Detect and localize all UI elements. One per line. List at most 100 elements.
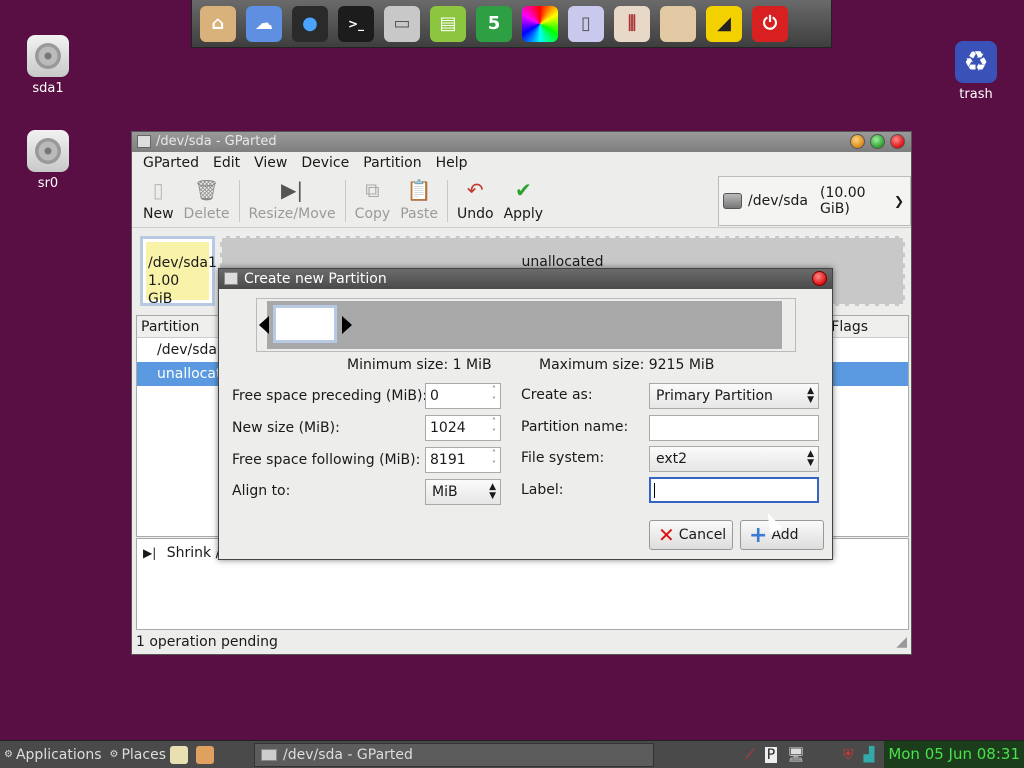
file-manager-icon[interactable]	[169, 745, 188, 764]
dialog-titlebar[interactable]: Create new Partition	[219, 269, 832, 289]
window-title: /dev/sda - GParted	[156, 134, 277, 149]
align-to-label: Align to:	[232, 483, 291, 499]
updown-arrows-icon: ▲ ▼	[807, 386, 814, 405]
toolbar-separator	[238, 180, 240, 222]
window-titlebar[interactable]: /dev/sda - GParted	[132, 132, 911, 152]
display-tray-icon[interactable]: 🖥	[787, 747, 805, 763]
partition-resizer[interactable]	[256, 298, 796, 352]
clock[interactable]: Mon 05 Jun 08:31	[884, 741, 1024, 768]
updown-arrows-icon: ▲ ▼	[807, 449, 814, 468]
column-partition[interactable]: Partition	[141, 319, 199, 335]
cancel-x-icon: ✕	[658, 523, 675, 547]
resize-right-handle-icon[interactable]	[342, 316, 352, 334]
settings-icon[interactable]: ⫼	[614, 5, 650, 42]
spreadsheet-icon[interactable]: 5	[476, 5, 512, 42]
resize-grip-icon[interactable]: ◢	[896, 632, 907, 652]
desktop-icon-sda1[interactable]: sda1	[13, 35, 83, 96]
menu-edit[interactable]: Edit	[213, 155, 240, 171]
file-system-label: File system:	[521, 450, 605, 466]
status-bar: 1 operation pending ◢	[136, 632, 909, 652]
column-flags[interactable]: Flags	[831, 316, 868, 338]
file-system-select[interactable]: ext2 ▲ ▼	[649, 446, 819, 472]
menu-help[interactable]: Help	[436, 155, 468, 171]
dialog-close-button[interactable]	[812, 271, 827, 286]
partition-name-label: Partition name:	[521, 419, 629, 435]
plus-icon: +	[749, 522, 768, 548]
places-menu[interactable]: ⚙ Places	[106, 747, 170, 763]
taskbar-task-label: /dev/sda - GParted	[282, 746, 413, 763]
applications-menu[interactable]: ⚙ Applications	[0, 747, 106, 763]
hard-disk-icon	[723, 193, 743, 209]
new-button[interactable]: ▯ New	[138, 178, 179, 222]
brightness-icon[interactable]: ◢	[706, 5, 742, 42]
desktop-icon-trash[interactable]: ♻ trash	[941, 41, 1011, 102]
monitor-icon[interactable]: ▭	[384, 5, 420, 42]
clipboard-tray-icon[interactable]: P	[764, 746, 778, 763]
desktop-icon-label: sr0	[37, 176, 59, 191]
color-picker-icon[interactable]	[522, 5, 558, 42]
optical-disk-icon	[27, 130, 69, 172]
show-desktop-icon[interactable]	[195, 745, 214, 764]
label-field-label: Label:	[521, 482, 564, 498]
places-menu-icon: ⚙	[109, 749, 119, 760]
trash-can-icon: 🗑	[193, 178, 220, 202]
network-icon[interactable]: ⟋	[745, 747, 755, 763]
partition-name-input[interactable]	[649, 415, 819, 441]
menu-device[interactable]: Device	[301, 155, 349, 171]
cloud-icon[interactable]: ☁	[246, 5, 282, 42]
chat-icon[interactable]: ●	[292, 5, 328, 42]
copy-button[interactable]: ⧉ Copy	[350, 178, 396, 222]
minimum-size-label: Minimum size: 1 MiB	[347, 357, 492, 373]
expand-arrow-icon[interactable]: ▶|	[143, 546, 156, 560]
resize-left-handle-icon[interactable]	[259, 316, 269, 334]
menu-gparted[interactable]: GParted	[143, 155, 199, 171]
create-as-value: Primary Partition	[656, 388, 773, 404]
new-size-spinner[interactable]: 1024 ˄ ˅	[425, 415, 501, 441]
maximum-size-label: Maximum size: 9215 MiB	[539, 357, 715, 373]
apply-label: Apply	[503, 206, 544, 222]
new-document-icon: ▯	[152, 178, 164, 202]
paste-button[interactable]: 📋 Paste	[395, 178, 443, 222]
terminal-icon[interactable]: >_	[338, 5, 374, 42]
desktop-icon-sr0[interactable]: sr0	[13, 130, 83, 191]
places-label: Places	[121, 746, 166, 763]
maximize-button[interactable]	[870, 134, 885, 149]
device-selector[interactable]: /dev/sda (10.00 GiB) ❯	[718, 176, 911, 226]
taskbar-window-gparted[interactable]: /dev/sda - GParted	[253, 742, 654, 767]
partition-map-sda1[interactable]: /dev/sda1 1.00 GiB	[140, 236, 217, 307]
free-space-preceding-label: Free space preceding (MiB):	[232, 388, 428, 404]
menu-partition[interactable]: Partition	[363, 155, 421, 171]
add-button[interactable]: + Add	[740, 520, 824, 550]
create-as-select[interactable]: Primary Partition ▲ ▼	[649, 383, 819, 409]
minimize-button[interactable]	[850, 134, 865, 149]
apply-button[interactable]: ✔ Apply	[499, 178, 549, 222]
spinner-arrows-icon[interactable]: ˄ ˅	[488, 448, 500, 472]
text-editor-icon[interactable]: ▯	[568, 5, 604, 42]
menu-view[interactable]: View	[254, 155, 287, 171]
resize-move-button[interactable]: ▶| Resize/Move	[244, 178, 341, 222]
delete-label: Delete	[183, 206, 230, 222]
label-input[interactable]	[649, 477, 819, 503]
spinner-arrows-icon[interactable]: ˄ ˅	[488, 384, 500, 408]
spinner-arrows-icon[interactable]: ˄ ˅	[488, 416, 500, 440]
delete-button[interactable]: 🗑 Delete	[179, 178, 235, 222]
document-editor-icon[interactable]: ▤	[430, 5, 466, 42]
undo-icon: ↶	[466, 178, 484, 202]
applications-menu-icon: ⚙	[4, 749, 13, 760]
signal-icon[interactable]: ▟	[864, 747, 875, 763]
device-name: /dev/sda	[748, 193, 809, 209]
taskbar: ⚙ Applications ⚙ Places /dev/sda - GPart…	[0, 740, 1024, 768]
undo-button[interactable]: ↶ Undo	[452, 178, 499, 222]
power-icon[interactable]: ⏻	[752, 5, 788, 42]
free-space-preceding-spinner[interactable]: 0 ˄ ˅	[425, 383, 501, 409]
copy-icon: ⧉	[365, 178, 380, 202]
align-to-select[interactable]: MiB ▲ ▼	[425, 479, 501, 505]
free-space-following-spinner[interactable]: 8191 ˄ ˅	[425, 447, 501, 473]
home-folder-icon[interactable]: ⌂	[200, 5, 236, 42]
close-button[interactable]	[890, 134, 905, 149]
folder-icon[interactable]	[660, 5, 696, 42]
resizer-partition-block[interactable]	[273, 305, 337, 343]
file-system-value: ext2	[656, 451, 688, 467]
cancel-button[interactable]: ✕ Cancel	[649, 520, 733, 550]
shield-icon[interactable]: ⛨	[843, 747, 854, 763]
